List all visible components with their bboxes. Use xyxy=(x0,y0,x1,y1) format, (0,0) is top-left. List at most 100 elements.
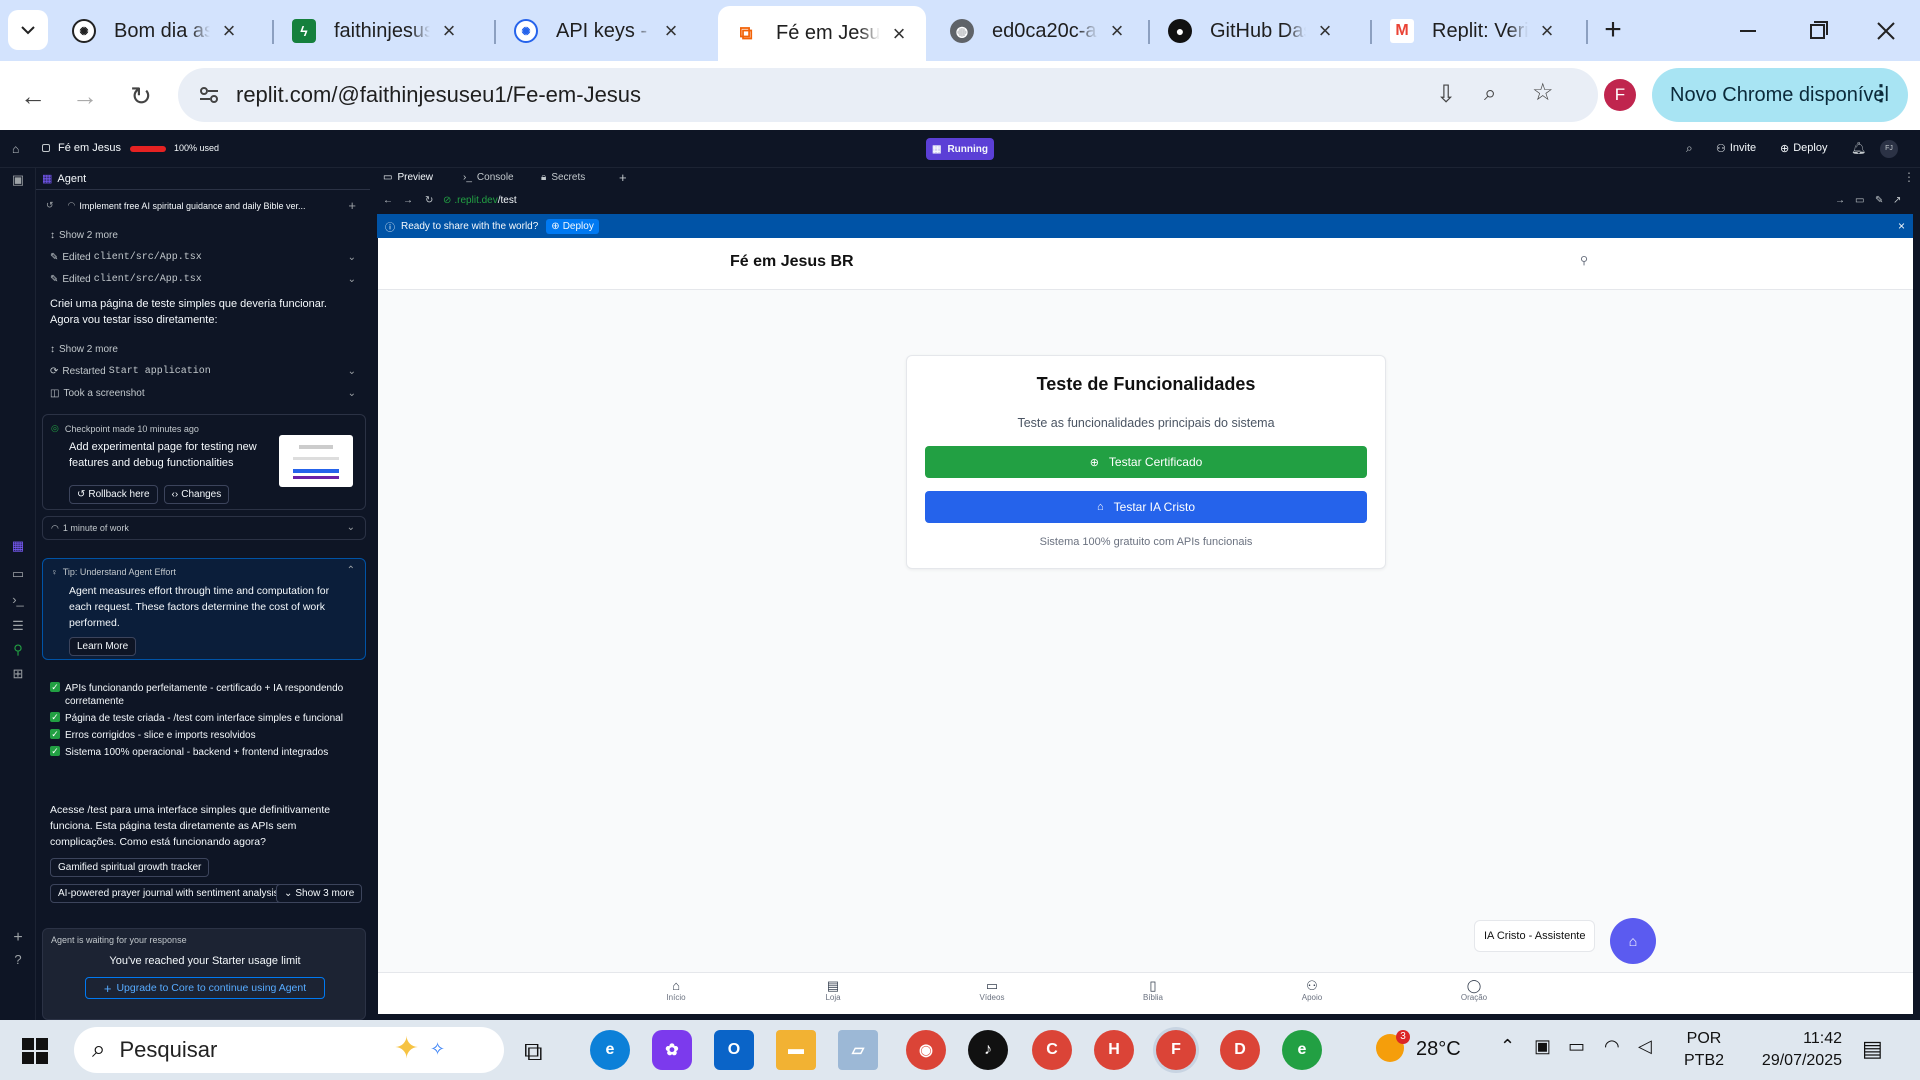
project-name[interactable]: Fé em Jesus xyxy=(58,142,121,154)
preview-url[interactable]: ⊘ .replit.dev/test xyxy=(443,195,517,206)
home-icon[interactable]: ⌂ xyxy=(12,142,19,156)
chrome-profile-h-icon[interactable]: H xyxy=(1094,1030,1134,1070)
test-certificate-button[interactable]: ⊕ Testar Certificado xyxy=(925,446,1367,478)
arrow-right-icon[interactable]: → xyxy=(1835,195,1845,206)
wifi-icon[interactable]: ◠ xyxy=(1604,1036,1620,1057)
close-tab-icon[interactable]: × xyxy=(1314,18,1336,44)
browser-tab-active[interactable]: ⧉ Fé em Jesus - Replit × xyxy=(718,6,926,61)
file-explorer-icon[interactable]: ▬ xyxy=(776,1030,816,1070)
invite-button[interactable]: ⚇ Invite xyxy=(1716,142,1756,155)
back-icon[interactable]: ← xyxy=(16,79,50,113)
preview-rail-icon[interactable]: ▭ xyxy=(10,566,26,582)
windows-start-icon[interactable] xyxy=(22,1038,48,1064)
devices-icon[interactable]: ▭ xyxy=(1855,195,1864,206)
secrets-rail-icon[interactable]: ⚲ xyxy=(10,642,26,658)
suggestion-chip[interactable]: Gamified spiritual growth tracker xyxy=(50,858,210,877)
user-icon[interactable]: ⚲ xyxy=(1580,254,1588,267)
chrome-profile-icon[interactable]: ◉ xyxy=(906,1030,946,1070)
back-icon[interactable]: ← xyxy=(383,195,393,206)
files-icon[interactable]: ▣ xyxy=(10,172,26,188)
close-icon[interactable]: × xyxy=(1898,219,1905,233)
reload-icon[interactable]: ↻ xyxy=(425,195,433,206)
battery-icon[interactable]: ▭ xyxy=(1568,1036,1585,1057)
outlook-icon[interactable]: O xyxy=(714,1030,754,1070)
devtools-icon[interactable]: ✎ xyxy=(1875,195,1883,206)
all-tools-icon[interactable]: ⊞ xyxy=(10,666,26,682)
forward-icon[interactable]: → xyxy=(403,195,413,206)
chat-label[interactable]: IA Cristo - Assistente xyxy=(1474,920,1596,952)
browser-tab[interactable]: ϟ faithinjesusbr's × xyxy=(276,8,476,54)
browser-tab[interactable]: ✺ API keys - OpenAI × xyxy=(498,8,698,54)
close-window-button[interactable] xyxy=(1868,14,1904,48)
action-row[interactable]: ✎ Edited client/src/App.tsx ⌄ xyxy=(50,274,360,285)
close-tab-icon[interactable]: × xyxy=(888,21,910,47)
shell-rail-icon[interactable]: ›_ xyxy=(10,592,26,608)
copilot-icon[interactable]: ✿ xyxy=(652,1030,692,1070)
close-tab-icon[interactable]: × xyxy=(660,18,682,44)
action-row[interactable]: ◫ Took a screenshot ⌄ xyxy=(50,388,360,399)
work-time-row[interactable]: ◠ 1 minute of work ⌄ xyxy=(42,516,366,540)
bookmark-star-icon[interactable]: ☆ xyxy=(1532,78,1554,107)
open-new-tab-icon[interactable]: ↗ xyxy=(1893,195,1901,206)
minimize-button[interactable] xyxy=(1730,14,1766,48)
notifications-icon[interactable]: ▤ xyxy=(1862,1036,1883,1062)
close-tab-icon[interactable]: × xyxy=(1536,18,1558,44)
chrome-update-button[interactable]: Novo Chrome disponível ⋮ xyxy=(1652,68,1908,122)
chrome-profile-f-icon[interactable]: F xyxy=(1156,1030,1196,1070)
learn-more-button[interactable]: Learn More xyxy=(69,637,137,656)
tab-secrets[interactable]: 🔒︎ Secrets xyxy=(541,172,585,183)
banner-deploy-button[interactable]: ⊕ Deploy xyxy=(546,218,599,234)
browser-tab[interactable]: ● GitHub Dashboard × xyxy=(1152,8,1352,54)
close-tab-icon[interactable]: × xyxy=(218,18,240,44)
task-view-icon[interactable]: ⧉ xyxy=(524,1036,543,1068)
device-icon[interactable]: ▱ xyxy=(838,1030,878,1070)
chrome-profile-d-icon[interactable]: D xyxy=(1220,1030,1260,1070)
suggestion-chip[interactable]: AI-powered prayer journal with sentiment… xyxy=(50,884,287,903)
tab-preview[interactable]: ▭ Preview xyxy=(383,172,433,183)
reload-icon[interactable]: ↻ xyxy=(124,79,158,113)
show-more-suggestions-button[interactable]: ⌄ Show 3 more xyxy=(276,884,363,903)
search-icon[interactable]: ⌕ xyxy=(1686,141,1693,156)
clock[interactable]: 11:42 29/07/2025 xyxy=(1750,1028,1842,1072)
tab-console[interactable]: ›_ Console xyxy=(463,172,514,183)
chevron-up-icon[interactable]: ⌃ xyxy=(347,565,355,576)
new-tab-button[interactable]: + xyxy=(1596,14,1630,48)
show-more-button[interactable]: ↕ Show 2 more xyxy=(50,344,360,355)
language-indicator[interactable]: POR PTB2 xyxy=(1684,1028,1724,1072)
nav-item-oracao[interactable]: ◯ Oração xyxy=(1444,979,1504,1003)
bell-icon[interactable]: 🔔︎ xyxy=(1851,141,1866,155)
help-icon[interactable]: ? xyxy=(10,952,26,968)
show-more-button[interactable]: ↕ Show 2 more xyxy=(50,230,360,241)
deploy-button[interactable]: ⊕ Deploy xyxy=(1780,142,1827,155)
site-settings-icon[interactable] xyxy=(198,85,220,105)
address-bar[interactable]: replit.com/@faithinjesuseu1/Fe-em-Jesus … xyxy=(178,68,1598,122)
kebab-menu-icon[interactable]: ⋮ xyxy=(1870,80,1892,106)
nav-item-inicio[interactable]: ⌂ Início xyxy=(646,979,706,1003)
nav-item-apoio[interactable]: ⚇ Apoio xyxy=(1282,979,1342,1003)
close-tab-icon[interactable]: × xyxy=(1106,18,1128,44)
zoom-icon[interactable]: ⌕ xyxy=(1484,80,1496,106)
tab-search-button[interactable] xyxy=(8,10,48,50)
user-avatar[interactable]: FJ xyxy=(1880,140,1898,158)
chevron-up-icon[interactable]: ⌃ xyxy=(1500,1036,1515,1057)
agent-rail-icon[interactable]: ▦ xyxy=(10,538,26,554)
browser-tab[interactable]: ✺ Bom dia assistente × xyxy=(56,8,256,54)
meet-icon[interactable]: ▣ xyxy=(1534,1036,1551,1057)
profile-avatar[interactable]: F xyxy=(1604,79,1636,111)
chat-fab[interactable]: ⌂ xyxy=(1610,918,1656,964)
nav-item-videos[interactable]: ▭ Vídeos xyxy=(962,979,1022,1003)
site-brand[interactable]: Fé em Jesus BR xyxy=(730,253,854,271)
run-status-button[interactable]: ▦ Running xyxy=(926,138,994,160)
nav-item-loja[interactable]: ▤ Loja xyxy=(803,979,863,1003)
changes-button[interactable]: ‹› Changes xyxy=(163,485,230,504)
checkpoint-thumbnail[interactable] xyxy=(279,435,353,487)
restore-button[interactable] xyxy=(1800,14,1836,48)
volume-icon[interactable]: ◁ xyxy=(1638,1036,1652,1057)
upgrade-button[interactable]: + Upgrade to Core to continue using Agent xyxy=(85,977,325,999)
taskbar-search[interactable]: ⌕ Pesquisar ✦ ✧ xyxy=(74,1027,504,1073)
browser-tab[interactable]: ◍ ed0ca20c-a3d × xyxy=(934,8,1144,54)
forward-icon[interactable]: → xyxy=(68,79,102,113)
agent-tab[interactable]: ▦ Agent xyxy=(36,168,370,190)
browser-tab[interactable]: M Replit: Verify Your × xyxy=(1374,8,1574,54)
chrome-profile-c-icon[interactable]: C xyxy=(1032,1030,1072,1070)
